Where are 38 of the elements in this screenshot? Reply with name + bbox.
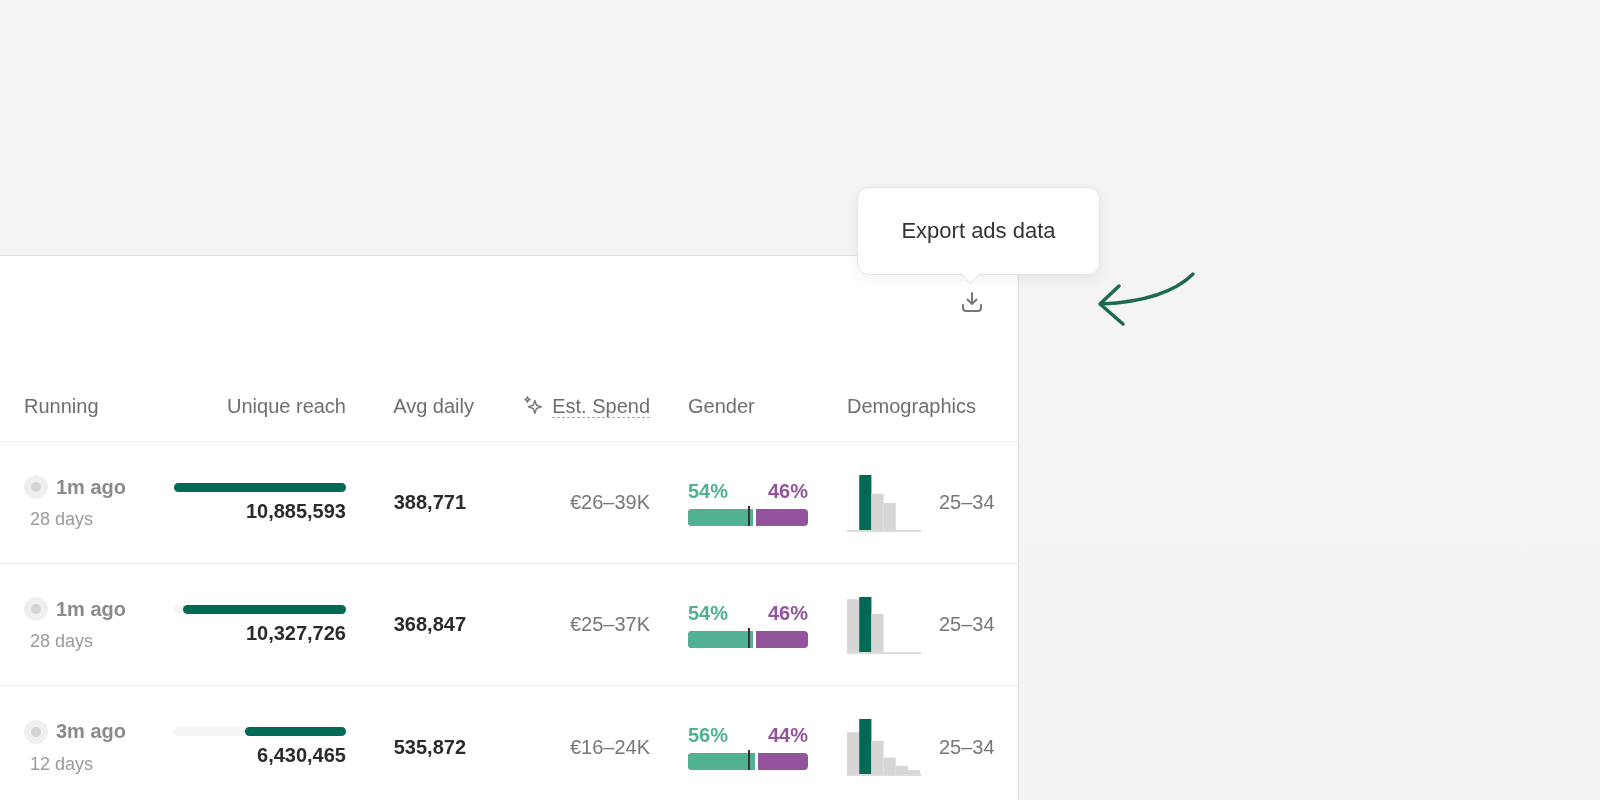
unique-reach-value: 10,885,593 [245,499,346,523]
midpoint-marker [748,505,750,526]
top-age-group: 25–34 [939,735,995,759]
column-header[interactable]: Running [24,394,99,418]
female-percentage: 44% [767,724,808,747]
avg-daily-value: 368,847 [393,613,467,636]
female-percentage: 46% [767,479,808,503]
male-percentage: 54% [688,601,729,625]
top-age-group: 25–34 [939,613,995,636]
last-seen-text: 3m ago [56,720,127,743]
status-dot-icon [24,475,48,499]
unique-reach-value: 10,327,726 [245,621,346,645]
midpoint-marker [748,627,750,648]
female-percentage: 46% [767,601,808,625]
estimated-spend-value: €26–39K [569,491,650,514]
duration-text: 28 days [30,631,94,652]
column-header[interactable]: Avg daily [393,394,474,418]
duration-text: 28 days [30,509,94,530]
status-dot-icon [24,597,48,621]
male-percentage: 56% [688,724,729,747]
male-percentage: 54% [688,479,729,503]
last-seen-text: 1m ago [56,475,127,499]
midpoint-marker [748,750,750,770]
status-dot-icon [24,719,48,744]
unique-reach-value: 6,430,465 [257,744,346,767]
column-header[interactable]: Demographics [847,394,976,418]
tooltip-text: Export ads data [901,218,1056,244]
column-header[interactable]: Est. Spend [552,394,650,418]
column-header[interactable]: Unique reach [227,394,346,418]
sparkle-icon [522,395,545,417]
avg-daily-value: 388,771 [393,491,467,514]
avg-daily-value: 535,872 [393,735,467,759]
top-age-group: 25–34 [939,491,995,514]
estimated-spend-value: €16–24K [569,735,650,759]
duration-text: 12 days [30,753,94,775]
column-header[interactable]: Gender [688,394,755,418]
last-seen-text: 1m ago [56,597,127,621]
estimated-spend-value: €25–37K [569,613,650,636]
